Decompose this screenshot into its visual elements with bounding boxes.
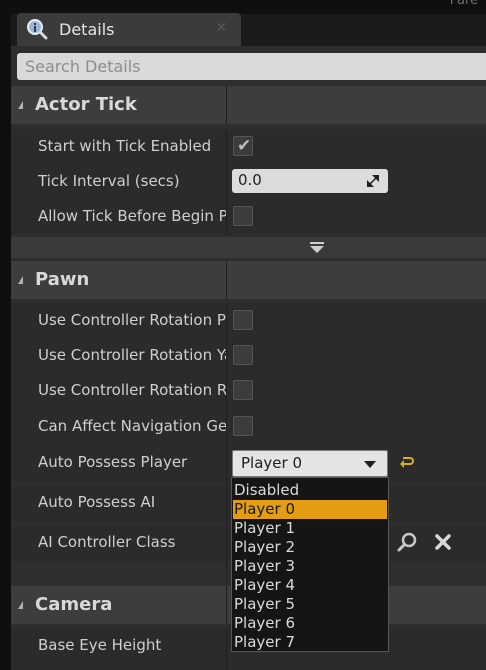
property-label: Auto Possess AI bbox=[38, 493, 156, 511]
category-actor-tick[interactable]: Actor Tick bbox=[11, 86, 486, 124]
chevron-down-icon bbox=[364, 461, 376, 468]
row-can-affect-navigation: Can Affect Navigation Generation bbox=[11, 409, 486, 445]
category-pawn[interactable]: Pawn bbox=[11, 261, 486, 299]
dropdown-option-player-6[interactable]: Player 6 bbox=[233, 614, 387, 633]
dropdown-option-player-4[interactable]: Player 4 bbox=[233, 576, 387, 595]
dropdown-option-player-3[interactable]: Player 3 bbox=[233, 557, 387, 576]
property-label: Can Affect Navigation Generation bbox=[38, 417, 226, 435]
can-affect-navigation-checkbox[interactable] bbox=[233, 416, 253, 436]
property-label: Use Controller Rotation Yaw bbox=[38, 346, 226, 364]
row-allow-tick-before-begin-play: Allow Tick Before Begin Play bbox=[11, 199, 486, 235]
tick-interval-value: 0.0 bbox=[238, 171, 262, 189]
use-controller-rotation-pitch-checkbox[interactable] bbox=[233, 310, 253, 330]
tab-close-icon[interactable]: × bbox=[216, 20, 227, 35]
search-placeholder: Search Details bbox=[25, 57, 141, 76]
advanced-expander-icon bbox=[310, 242, 324, 253]
column-divider bbox=[226, 86, 227, 124]
allow-tick-before-begin-play-checkbox[interactable] bbox=[233, 206, 253, 226]
window-top-bar: Pare bbox=[0, 0, 486, 14]
collapse-arrow-icon[interactable] bbox=[18, 601, 23, 609]
dropdown-option-player-1[interactable]: Player 1 bbox=[233, 519, 387, 538]
property-label: Auto Possess Player bbox=[38, 453, 188, 471]
column-divider bbox=[226, 628, 227, 670]
column-divider bbox=[226, 261, 227, 299]
dropdown-option-player-0[interactable]: Player 0 bbox=[233, 500, 387, 519]
use-controller-rotation-yaw-checkbox[interactable] bbox=[233, 345, 253, 365]
property-label: Start with Tick Enabled bbox=[38, 137, 212, 155]
start-with-tick-checkbox[interactable]: ✔ bbox=[233, 136, 253, 156]
auto-possess-player-combo[interactable]: Player 0 bbox=[232, 450, 388, 477]
search-details-input[interactable]: Search Details bbox=[17, 53, 486, 80]
collapse-arrow-icon[interactable] bbox=[18, 101, 23, 109]
property-label: Base Eye Height bbox=[38, 636, 162, 654]
use-controller-rotation-roll-checkbox[interactable] bbox=[233, 380, 253, 400]
row-use-controller-rotation-roll: Use Controller Rotation Roll bbox=[11, 373, 486, 409]
search-icon[interactable] bbox=[397, 532, 417, 552]
tick-interval-field[interactable]: 0.0 bbox=[232, 169, 388, 193]
dropdown-option-player-2[interactable]: Player 2 bbox=[233, 538, 387, 557]
property-label: Allow Tick Before Begin Play bbox=[38, 207, 226, 225]
property-label: AI Controller Class bbox=[38, 533, 176, 551]
column-divider bbox=[226, 586, 227, 624]
details-magnifier-icon bbox=[27, 19, 48, 40]
checkmark-icon: ✔ bbox=[237, 136, 252, 156]
property-label: Use Controller Rotation Pitch bbox=[38, 311, 226, 329]
clear-icon[interactable] bbox=[433, 532, 453, 552]
category-title: Camera bbox=[35, 594, 113, 615]
column-divider bbox=[226, 303, 227, 583]
tab-details[interactable]: Details × bbox=[17, 13, 241, 46]
reset-to-default-icon[interactable] bbox=[399, 454, 415, 470]
tab-label: Details bbox=[59, 20, 115, 39]
combo-selected-value: Player 0 bbox=[241, 454, 302, 472]
advanced-expander[interactable] bbox=[11, 237, 486, 258]
row-start-with-tick: Start with Tick Enabled ✔ bbox=[11, 129, 486, 165]
clipped-top-text: Pare bbox=[449, 0, 478, 8]
column-divider bbox=[226, 129, 227, 235]
row-use-controller-rotation-pitch: Use Controller Rotation Pitch bbox=[11, 303, 486, 339]
dropdown-option-player-5[interactable]: Player 5 bbox=[233, 595, 387, 614]
category-title: Pawn bbox=[35, 269, 90, 290]
dropdown-option-disabled[interactable]: Disabled bbox=[233, 481, 387, 500]
property-label: Use Controller Rotation Roll bbox=[38, 381, 226, 399]
category-title: Actor Tick bbox=[35, 94, 137, 115]
dropdown-option-player-7[interactable]: Player 7 bbox=[233, 633, 387, 652]
property-label: Tick Interval (secs) bbox=[38, 172, 180, 190]
row-use-controller-rotation-yaw: Use Controller Rotation Yaw bbox=[11, 338, 486, 374]
drag-spin-icon[interactable] bbox=[367, 175, 379, 187]
collapse-arrow-icon[interactable] bbox=[18, 276, 23, 284]
auto-possess-player-dropdown: Disabled Player 0 Player 1 Player 2 Play… bbox=[231, 477, 389, 652]
left-edge bbox=[0, 0, 11, 670]
